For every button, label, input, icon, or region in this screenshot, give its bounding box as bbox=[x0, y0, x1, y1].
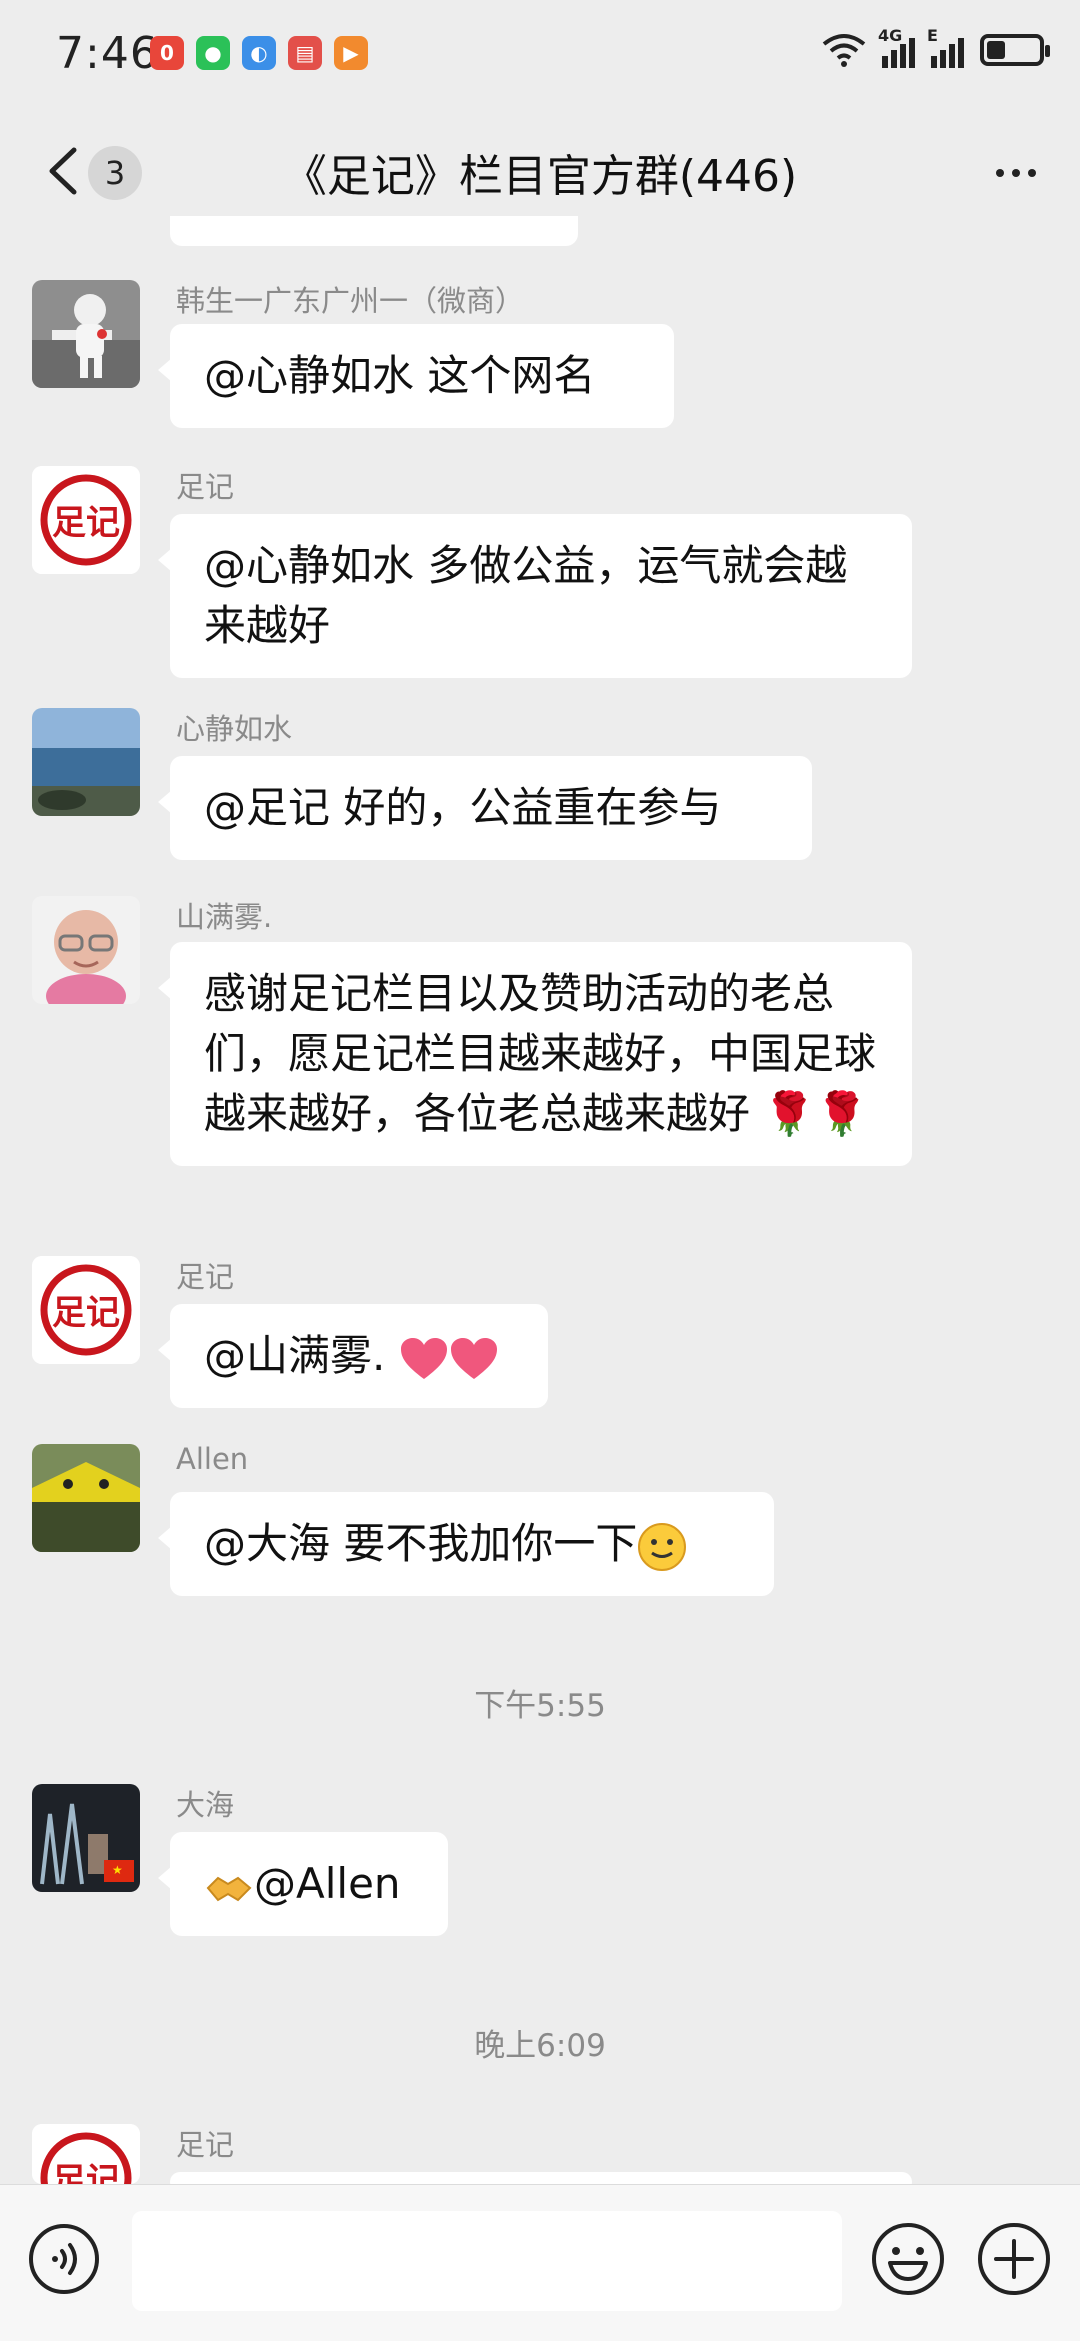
message-bubble[interactable]: @山满雾. bbox=[158, 1304, 548, 1408]
svg-text:★: ★ bbox=[112, 1863, 123, 1877]
avatar[interactable] bbox=[32, 1444, 140, 1552]
message-bubble[interactable]: @心静如水 这个网名 bbox=[158, 324, 674, 428]
message-text: @足记 好的，公益重在参与 bbox=[204, 783, 722, 832]
wifi-icon bbox=[822, 34, 866, 67]
avatar[interactable] bbox=[32, 896, 140, 1004]
handshake-emoji-icon bbox=[206, 1876, 252, 1901]
notification-icons: 0 ● ◐ ▤ ▶ bbox=[150, 36, 368, 70]
avatar[interactable]: ★ bbox=[32, 1784, 140, 1892]
time-divider: 下午5:55 bbox=[474, 1688, 606, 1724]
message-bubble[interactable]: @Allen bbox=[158, 1832, 448, 1936]
network-e-label: E bbox=[927, 26, 938, 45]
message-text: @心静如水 多做公益，运气就会越来越好 bbox=[204, 541, 848, 650]
chat-title: 《足记》栏目官方群(446) bbox=[282, 151, 798, 202]
avatar-logo-text: 足记 bbox=[52, 1293, 120, 1333]
sender-name: 足记 bbox=[176, 1260, 235, 1294]
heart-emoji-icon bbox=[400, 1337, 447, 1379]
browser-icon: ◐ bbox=[242, 36, 276, 70]
emoji-icon[interactable] bbox=[870, 2221, 946, 2297]
plus-icon[interactable] bbox=[976, 2221, 1052, 2297]
message-text: @山满雾. bbox=[204, 1331, 399, 1380]
sender-name: 韩生一广东广州一（微商） bbox=[176, 284, 525, 318]
signal-e-icon: E bbox=[927, 26, 964, 68]
message-bubble[interactable]: @足记 好的，公益重在参与 bbox=[158, 756, 812, 860]
battery-icon bbox=[980, 34, 1050, 66]
avatar-logo-text: 足记 bbox=[52, 2161, 120, 2184]
notification-app-icon: 0 bbox=[150, 36, 184, 70]
message-bubble[interactable]: @大海 要不我加你一下 bbox=[158, 1492, 774, 1596]
avatar[interactable] bbox=[32, 280, 140, 388]
heart-emoji-icon bbox=[450, 1337, 497, 1379]
rose-emoji: 🌹🌹 bbox=[763, 1089, 868, 1138]
sender-name: 足记 bbox=[176, 470, 235, 504]
avatar[interactable]: 足记 bbox=[32, 1256, 140, 1364]
message-text: @心静如水 这个网名 bbox=[204, 351, 596, 400]
video-icon: ▶ bbox=[334, 36, 368, 70]
avatar[interactable]: 足记 bbox=[32, 2124, 140, 2184]
message-input[interactable] bbox=[132, 2211, 842, 2311]
message-text: @大海 要不我加你一下 bbox=[204, 1519, 638, 1568]
sender-name: 足记 bbox=[176, 2128, 235, 2162]
avatar-logo-text: 足记 bbox=[52, 503, 120, 543]
sender-name: 大海 bbox=[176, 1788, 235, 1822]
status-bar: 7:46 0 ● ◐ ▤ ▶ 4G E bbox=[0, 0, 1080, 110]
input-bar bbox=[0, 2184, 1080, 2341]
chat-header: 3 《足记》栏目官方群(446) bbox=[0, 110, 1080, 230]
voice-icon[interactable] bbox=[28, 2223, 100, 2295]
status-time: 7:46 bbox=[56, 28, 159, 79]
message-text: @Allen bbox=[254, 1859, 401, 1908]
signal-4g-icon: 4G bbox=[878, 26, 915, 68]
message-bubble[interactable]: @心静如水 多做公益，运气就会越来越好 bbox=[158, 514, 912, 678]
partial-message-bubble bbox=[170, 216, 578, 246]
wechat-icon: ● bbox=[196, 36, 230, 70]
message-bubble[interactable]: 感谢足记栏目以及赞助活动的老总们，愿足记栏目越来越好，中国足球越来越好，各位老总… bbox=[158, 942, 912, 1166]
time-divider: 晚上6:09 bbox=[474, 2028, 606, 2064]
sender-name: 心静如水 bbox=[176, 712, 293, 746]
smile-emoji-icon bbox=[638, 1522, 687, 1571]
sender-name: 山满雾. bbox=[176, 900, 273, 934]
sender-name: Allen bbox=[176, 1442, 249, 1476]
avatar[interactable] bbox=[32, 708, 140, 816]
avatar[interactable]: 足记 bbox=[32, 466, 140, 574]
book-icon: ▤ bbox=[288, 36, 322, 70]
more-dots-icon[interactable] bbox=[986, 148, 1046, 198]
network-4g-label: 4G bbox=[878, 26, 903, 45]
